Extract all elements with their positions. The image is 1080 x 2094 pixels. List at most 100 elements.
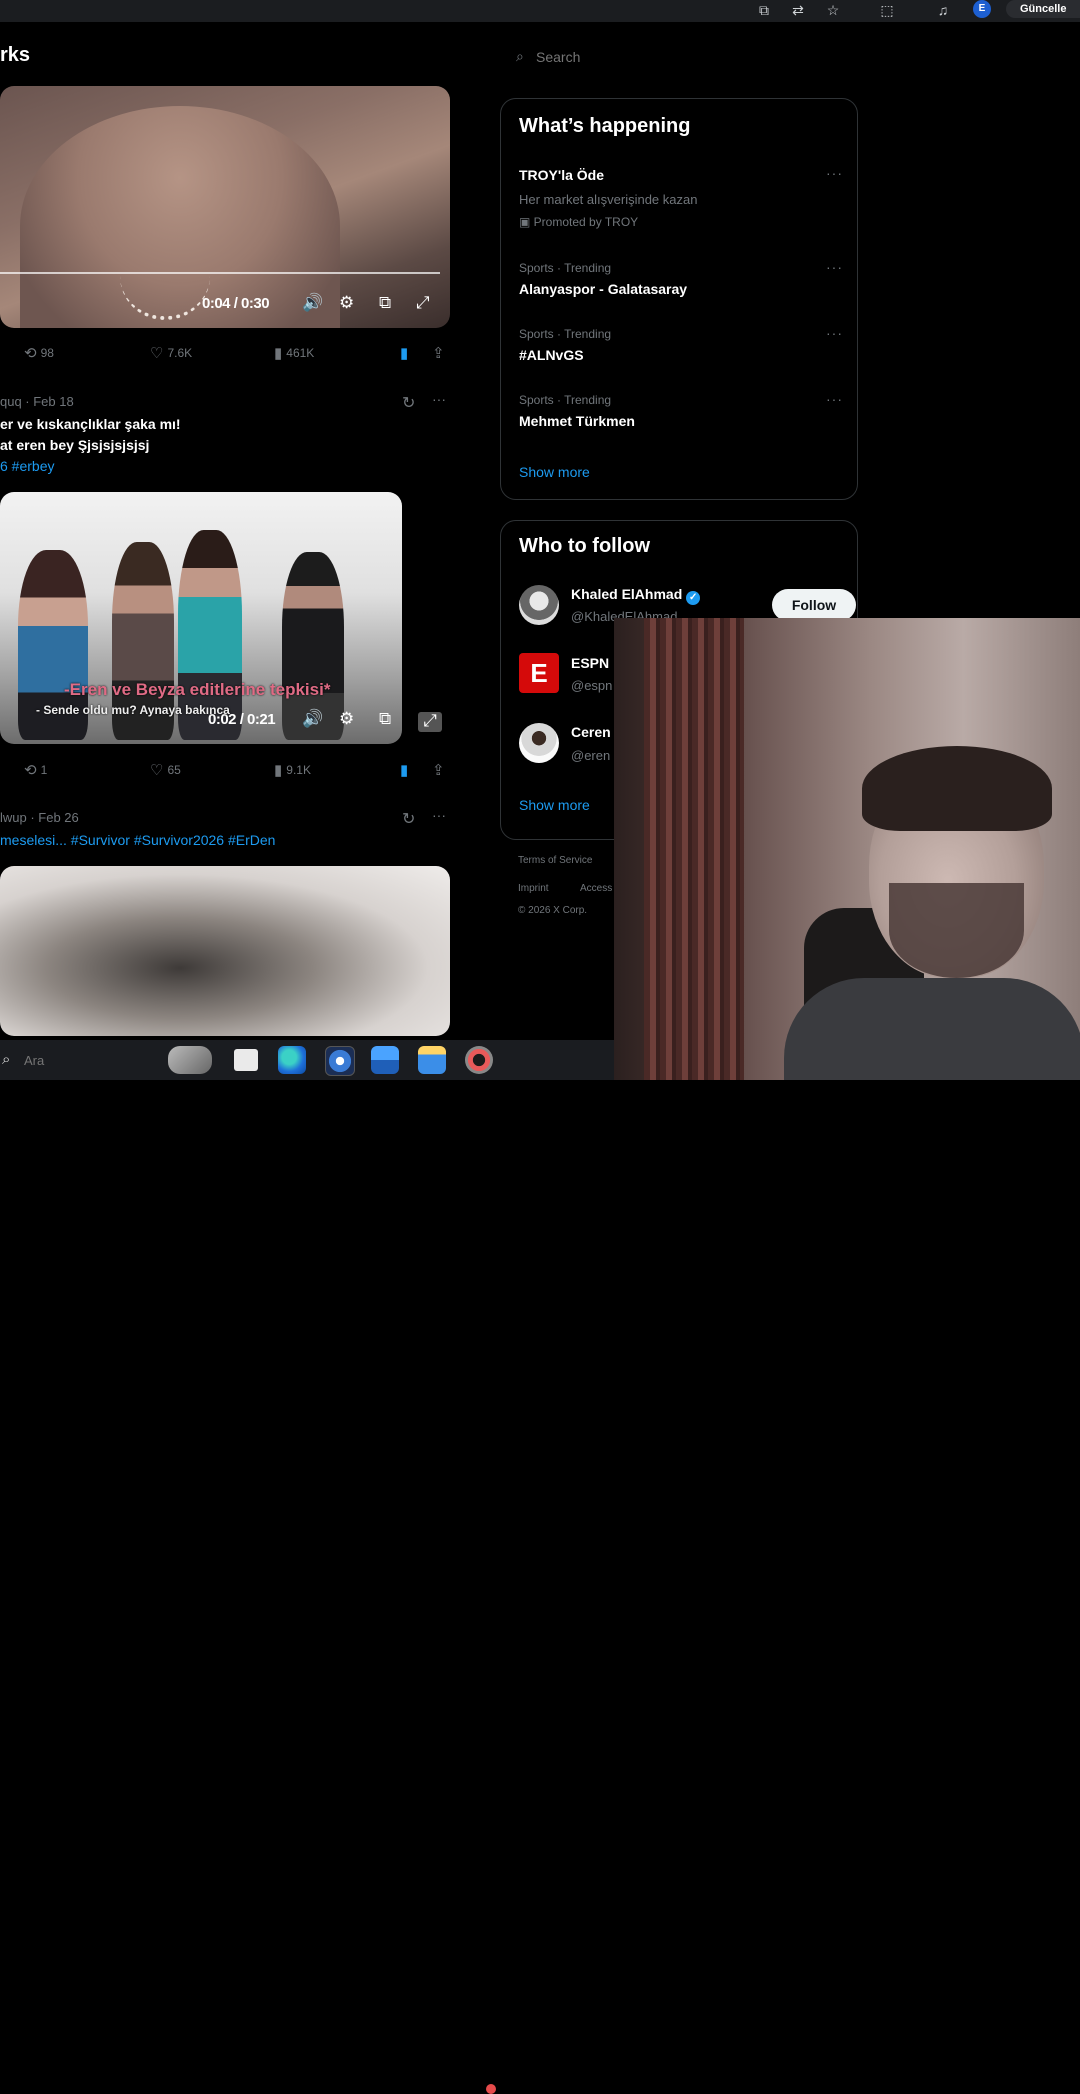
promoted-icon: ▣ [519,215,534,229]
video-progress-bar[interactable] [0,272,440,274]
whats-happening-title: What’s happening [519,115,691,137]
search-icon: ⌕ [516,48,524,64]
picture-in-picture-icon[interactable]: ⧉ [379,710,391,728]
update-button[interactable]: Güncelle [1006,0,1080,18]
like-button[interactable]: ♡ 65 [150,761,181,779]
accessibility-link[interactable]: Access [580,883,612,894]
tweet-author-line[interactable]: quq · Feb 18 [0,394,74,409]
puzzle-icon[interactable]: ⬚ [878,2,896,18]
retweet-button[interactable]: ⟲ 98 [24,344,54,362]
terms-link[interactable]: Terms of Service [518,855,592,866]
bookmark-icon: ▮ [400,345,409,362]
star-icon[interactable]: ☆ [824,2,842,18]
bookmark-button[interactable]: ▮ [400,761,412,779]
trend-meta: Sports · Trending [519,261,612,275]
retweet-count: 98 [40,346,54,360]
tweet-image[interactable] [0,866,450,1036]
trend-name[interactable]: Mehmet Türkmen [519,413,635,429]
avatar[interactable] [519,723,559,763]
more-options-icon[interactable]: ··· [826,391,843,407]
video-time: 0:04 / 0:30 [202,295,270,312]
grok-icon[interactable]: ↻ [402,809,415,829]
like-count: 65 [167,763,181,777]
tweet-text-line1: er ve kıskançlıklar şaka mı! [0,416,181,432]
more-options-icon[interactable]: ··· [826,325,843,341]
more-options-icon[interactable]: ··· [432,391,446,407]
account-name[interactable]: ESPN [571,655,609,671]
analytics-icon: ▮ [274,762,283,779]
show-more-link[interactable]: Show more [519,797,590,813]
fullscreen-icon[interactable]: ⤢ [418,712,442,732]
account-name[interactable]: Ceren [571,724,611,740]
promoted-label: ▣ Promoted by TROY [519,215,639,229]
settings-gear-icon[interactable]: ⚙ [339,710,354,728]
follow-button[interactable]: Follow [772,589,856,621]
widgets-icon[interactable] [168,1046,212,1074]
bookmark-button[interactable]: ▮ [400,344,412,362]
share-button[interactable]: ⇪ [432,761,449,779]
taskbar-search[interactable]: ⌕ [0,1048,170,1074]
mail-icon[interactable] [371,1046,399,1074]
browser-toolbar: ⧉ ⇄ ☆ ⬚ ♫ E Güncelle [0,0,1080,22]
volume-icon[interactable]: 🔊 [302,710,323,728]
heart-icon: ♡ [150,762,164,779]
tweet-video[interactable]: 0:04 / 0:30 🔊 ⚙ ⧉ ⤢ [0,86,450,328]
webcam-background-curtain [644,618,744,1080]
avatar[interactable] [519,585,559,625]
settings-gear-icon[interactable]: ⚙ [339,294,354,312]
trend-name[interactable]: Alanyaspor - Galatasaray [519,281,687,297]
video-subtitle-secondary: - Sende oldu mu? Aynaya bakınca [36,703,230,717]
more-options-icon[interactable]: ··· [826,259,843,275]
file-explorer-icon[interactable] [418,1046,446,1074]
tweet-hashtags[interactable]: 6 #erbey [0,458,54,474]
search-input[interactable] [534,48,838,66]
imprint-link[interactable]: Imprint [518,883,549,894]
video-subtitle: -Eren ve Beyza editlerine tepkisi* [64,680,331,699]
heart-icon: ♡ [150,345,164,362]
trend-meta: Sports · Trending [519,393,612,407]
sidebar-footer: Terms of Service Imprint Access © 2026 X… [518,855,614,925]
who-to-follow-title: Who to follow [519,535,651,557]
share-icon: ⇪ [432,345,445,362]
tweet-author-line[interactable]: lwup · Feb 26 [0,810,79,825]
picture-in-picture-icon[interactable]: ⧉ [379,294,391,312]
like-button[interactable]: ♡ 7.6K [150,344,192,362]
share-icon: ⇪ [432,762,445,779]
grok-icon[interactable]: ↻ [402,393,415,413]
trend-name[interactable]: TROY'la Öde [519,167,604,183]
extensions-icon[interactable]: ⧉ [755,2,773,18]
account-name[interactable]: Khaled ElAhmad ✓ [571,586,701,605]
views-button[interactable]: ▮ 461K [274,344,314,362]
fullscreen-icon[interactable]: ⤢ [416,294,430,312]
account-handle: @espn [571,678,613,693]
task-view-icon[interactable] [234,1049,258,1071]
espn-logo-icon[interactable]: E [519,653,559,693]
show-more-link[interactable]: Show more [519,464,590,480]
share-button[interactable]: ⇪ [432,344,449,362]
copyright: © 2026 X Corp. [518,905,588,916]
views-button[interactable]: ▮ 9.1K [274,761,311,779]
notification-badge [486,2084,496,2094]
media-control-icon[interactable]: ♫ [934,2,952,18]
trend-subtitle: Her market alışverişinde kazan [519,192,698,207]
search-box[interactable]: ⌕ [500,38,858,78]
tweet-actions: ⟲ 1 ♡ 65 ▮ 9.1K ▮ ⇪ [0,761,450,781]
verified-badge-icon: ✓ [686,591,701,605]
more-options-icon[interactable]: ··· [432,807,446,823]
app-icon[interactable] [465,1046,493,1074]
taskbar-search-input[interactable] [22,1052,146,1069]
chrome-browser-icon[interactable] [325,1046,355,1076]
translate-icon[interactable]: ⇄ [789,2,807,18]
volume-icon[interactable]: 🔊 [302,294,323,312]
profile-avatar[interactable]: E [973,0,991,18]
webcam-person-beard [889,883,1024,978]
analytics-icon: ▮ [274,345,283,362]
retweet-button[interactable]: ⟲ 1 [24,761,47,779]
retweet-icon: ⟲ [24,762,37,779]
edge-browser-icon[interactable] [278,1046,306,1074]
view-count: 461K [286,346,315,360]
trend-name[interactable]: #ALNvGS [519,347,584,363]
webcam-person-shirt [784,978,1080,1080]
whats-happening-panel: What’s happening TROY'la Öde Her market … [500,98,858,500]
more-options-icon[interactable]: ··· [826,165,843,181]
